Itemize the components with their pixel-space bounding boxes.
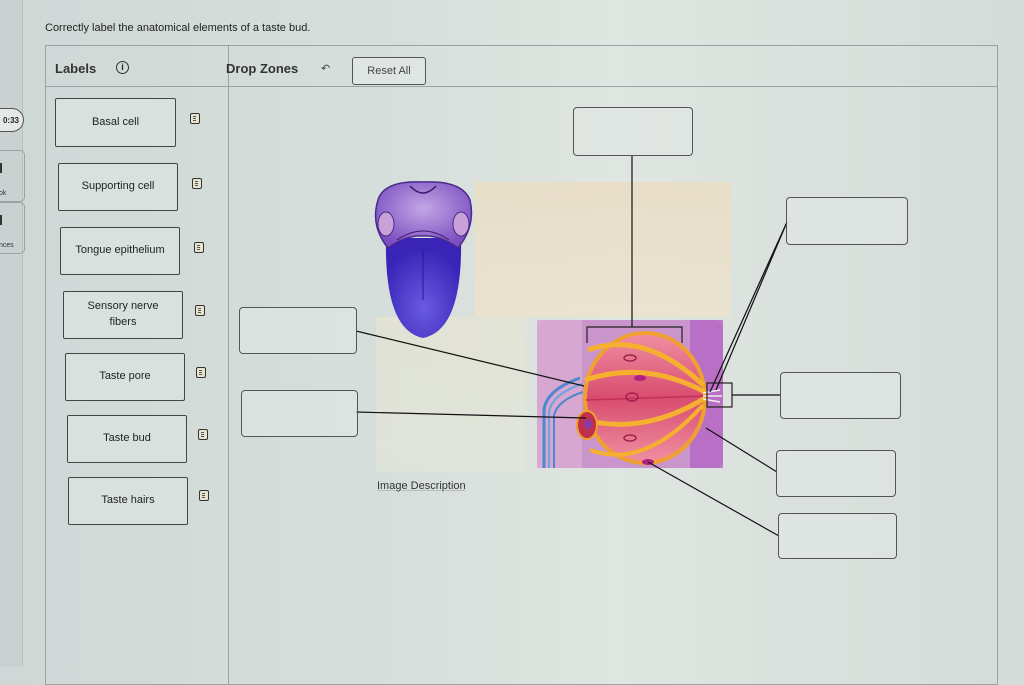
label-card-sensory-nerve-fibers[interactable]: Sensory nerve fibers (63, 291, 183, 339)
label-card-taste-bud[interactable]: Taste bud (67, 415, 187, 463)
question-instruction: Correctly label the anatomical elements … (45, 22, 311, 34)
image-description-link[interactable]: Image Description (377, 480, 466, 492)
panel-header (45, 45, 998, 87)
label-card-basal-cell[interactable]: Basal cell (55, 98, 176, 147)
label-text: Sensory nerve fibers (87, 300, 159, 328)
note-icon[interactable] (195, 305, 205, 316)
note-icon[interactable] (192, 178, 202, 189)
undo-arrow-icon[interactable]: ↶ (321, 62, 330, 75)
note-icon[interactable] (190, 113, 200, 124)
column-divider (228, 45, 229, 685)
label-card-taste-pore[interactable]: Taste pore (65, 353, 185, 401)
label-text: Taste pore (99, 370, 151, 383)
note-icon[interactable] (194, 242, 204, 253)
drop-zone-left-upper[interactable] (239, 307, 357, 354)
label-card-taste-hairs[interactable]: Taste hairs (68, 477, 188, 525)
note-icon[interactable] (196, 367, 206, 378)
left-navigation-rail (0, 0, 23, 667)
drop-zone-upper-right[interactable] (786, 197, 908, 245)
drop-zone-right-middle[interactable] (780, 372, 901, 419)
note-icon[interactable] (199, 490, 209, 501)
label-text: Supporting cell (81, 180, 155, 193)
references-icon (0, 215, 2, 225)
drop-zone-left-lower[interactable] (241, 390, 358, 437)
label-text: Tongue epithelium (75, 244, 165, 257)
rail-item-ebook[interactable]: ok (0, 150, 25, 202)
label-text: Taste bud (103, 432, 151, 445)
rail-item-references[interactable]: nces (0, 202, 25, 254)
label-text: Taste hairs (101, 494, 155, 507)
drop-zones-heading: Drop Zones (226, 61, 299, 76)
reset-all-button[interactable]: Reset All (352, 57, 426, 85)
note-icon[interactable] (198, 429, 208, 440)
rail-item-label: nces (0, 242, 14, 249)
info-icon[interactable]: i (116, 61, 129, 74)
book-icon (0, 163, 2, 173)
label-card-supporting-cell[interactable]: Supporting cell (58, 163, 178, 211)
drop-zone-right-lower[interactable] (776, 450, 896, 497)
timer-badge: 0:33 (0, 108, 24, 132)
labels-heading: Labels (55, 61, 97, 76)
label-text: Basal cell (91, 115, 140, 128)
diagram-background-lower (376, 317, 526, 472)
label-card-tongue-epithelium[interactable]: Tongue epithelium (60, 227, 180, 275)
diagram-background (475, 182, 731, 317)
drop-zone-bottom-right[interactable] (778, 513, 897, 559)
drop-zone-top[interactable] (573, 107, 693, 156)
rail-item-label: ok (0, 190, 7, 197)
